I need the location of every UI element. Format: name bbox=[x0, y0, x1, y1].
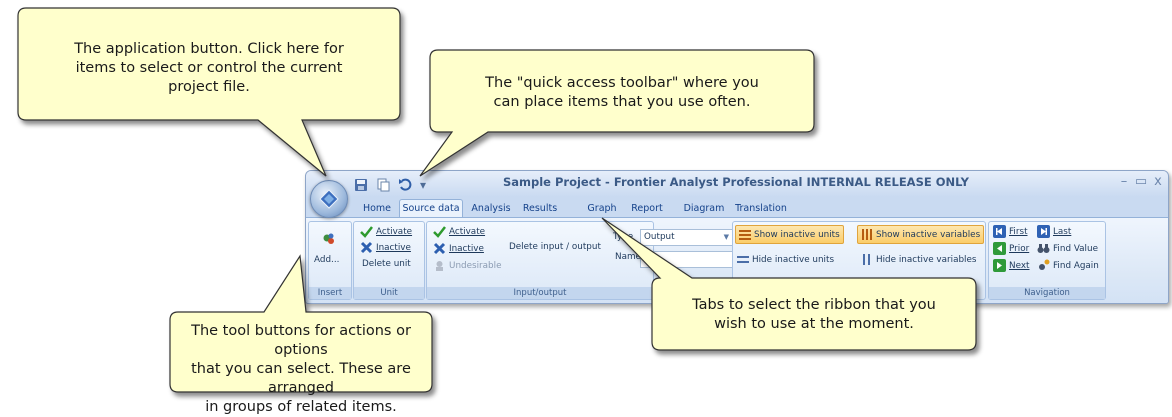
callout-qat-line-1: The "quick access toolbar" where you bbox=[485, 75, 759, 91]
callout-qat-text: The "quick access toolbar" where you can… bbox=[430, 74, 814, 112]
callout-app-button-text: The application button. Click here for i… bbox=[18, 40, 400, 97]
callout-qat-shape bbox=[419, 49, 815, 177]
callout-app-line-2: items to select or control the current bbox=[75, 60, 343, 76]
callout-tools-text: The tool buttons for actions or options … bbox=[170, 322, 432, 417]
callout-tabs-line-2: wish to use at the moment. bbox=[714, 316, 914, 332]
callout-tools-line-2: that you can select. These are arranged bbox=[191, 361, 411, 396]
callout-tools-line-1: The tool buttons for actions or options bbox=[191, 323, 411, 358]
callout-tabs-text: Tabs to select the ribbon that you wish … bbox=[652, 296, 976, 334]
callout-qat-line-2: can place items that you use often. bbox=[493, 94, 751, 110]
callout-app-line-3: project file. bbox=[168, 79, 250, 95]
callout-tabs-line-1: Tabs to select the ribbon that you bbox=[692, 297, 936, 313]
callouts-layer: The application button. Click here for i… bbox=[0, 0, 1172, 415]
callout-tools-line-3: in groups of related items. bbox=[205, 399, 397, 415]
callout-app-line-1: The application button. Click here for bbox=[74, 41, 344, 57]
